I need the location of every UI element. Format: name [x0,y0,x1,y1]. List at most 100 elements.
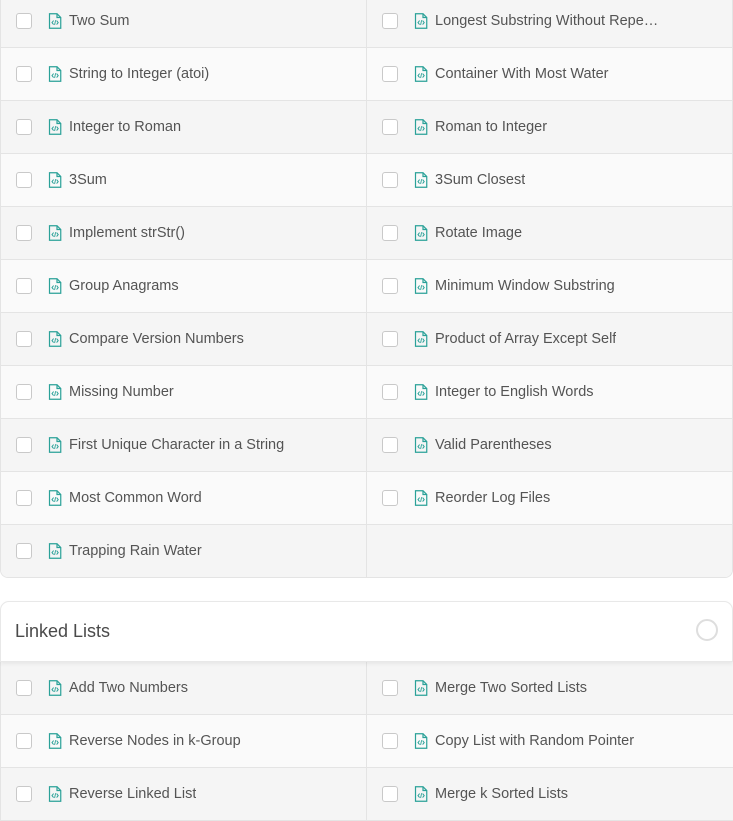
problem-cell[interactable]: 3Sum [1,154,367,207]
file-code-icon [414,225,428,241]
problem-checkbox[interactable] [16,384,32,400]
problem-cell[interactable]: Add Two Numbers [1,662,367,715]
problem-checkbox[interactable] [382,786,398,802]
problem-cell[interactable]: 3Sum Closest [367,154,732,207]
problem-cell[interactable]: Copy List with Random Pointer [367,715,733,768]
problem-link[interactable]: Longest Substring Without Repe… [435,13,658,29]
problem-link[interactable]: Integer to Roman [69,119,181,135]
file-code-icon [414,437,428,453]
problem-link[interactable]: Valid Parentheses [435,437,552,453]
file-code-icon [48,786,62,802]
problem-checkbox[interactable] [382,278,398,294]
problem-cell[interactable]: Integer to Roman [1,101,367,154]
problem-link[interactable]: Rotate Image [435,225,522,241]
problem-link[interactable]: Compare Version Numbers [69,331,244,347]
problem-checkbox[interactable] [16,490,32,506]
problem-link[interactable]: Missing Number [69,384,174,400]
problem-link[interactable]: Trapping Rain Water [69,543,202,559]
problem-cell[interactable]: Longest Substring Without Repe… [367,0,732,48]
file-code-icon [414,490,428,506]
problem-cell[interactable]: Trapping Rain Water [1,525,367,577]
problem-cell[interactable]: Container With Most Water [367,48,732,101]
problem-cell[interactable]: Two Sum [1,0,367,48]
problem-checkbox[interactable] [16,119,32,135]
problem-link[interactable]: Container With Most Water [435,66,609,82]
problem-checkbox[interactable] [16,786,32,802]
problem-link[interactable]: Group Anagrams [69,278,179,294]
file-code-icon [48,680,62,696]
problem-checkbox[interactable] [382,331,398,347]
file-code-icon [414,172,428,188]
problem-checkbox[interactable] [382,384,398,400]
problem-checkbox[interactable] [382,490,398,506]
problem-link[interactable]: Add Two Numbers [69,680,188,696]
problem-checkbox[interactable] [382,13,398,29]
problem-cell[interactable]: Roman to Integer [367,101,732,154]
problem-checkbox[interactable] [382,66,398,82]
problem-link[interactable]: Integer to English Words [435,384,594,400]
problem-checkbox[interactable] [382,733,398,749]
problem-link[interactable]: Two Sum [69,13,129,29]
problem-checkbox[interactable] [16,66,32,82]
problem-link[interactable]: 3Sum Closest [435,172,525,188]
file-code-icon [48,119,62,135]
problem-checkbox[interactable] [16,225,32,241]
problem-cell[interactable]: Most Common Word [1,472,367,525]
problem-checkbox[interactable] [382,437,398,453]
problem-link[interactable]: Merge k Sorted Lists [435,786,568,802]
file-code-icon [48,66,62,82]
problem-link[interactable]: 3Sum [69,172,107,188]
problem-link[interactable]: Roman to Integer [435,119,547,135]
problem-checkbox[interactable] [16,680,32,696]
problem-cell[interactable]: Reorder Log Files [367,472,732,525]
problem-link[interactable]: Implement strStr() [69,225,185,241]
problem-cell[interactable]: Reverse Nodes in k-Group [1,715,367,768]
problem-link[interactable]: Reverse Nodes in k-Group [69,733,241,749]
problem-checkbox[interactable] [16,733,32,749]
file-code-icon [48,437,62,453]
problem-cell[interactable]: Integer to English Words [367,366,732,419]
problem-link[interactable]: Reverse Linked List [69,786,196,802]
problem-checkbox[interactable] [16,278,32,294]
problem-cell[interactable]: String to Integer (atoi) [1,48,367,101]
problem-link[interactable]: First Unique Character in a String [69,437,284,453]
problem-cell[interactable]: Minimum Window Substring [367,260,732,313]
problem-cell[interactable]: Valid Parentheses [367,419,732,472]
problem-cell[interactable]: Product of Array Except Self [367,313,732,366]
file-code-icon [48,384,62,400]
problem-checkbox[interactable] [16,13,32,29]
problem-checkbox[interactable] [16,543,32,559]
problem-link[interactable]: Minimum Window Substring [435,278,615,294]
file-code-icon [414,331,428,347]
problem-checkbox[interactable] [382,119,398,135]
section-header-linked-lists[interactable]: Linked Lists [0,601,733,662]
problem-cell[interactable]: Group Anagrams [1,260,367,313]
problem-link[interactable]: Merge Two Sorted Lists [435,680,587,696]
problem-link[interactable]: String to Integer (atoi) [69,66,209,82]
problem-link[interactable]: Most Common Word [69,490,202,506]
problem-checkbox[interactable] [382,172,398,188]
problem-cell[interactable]: Implement strStr() [1,207,367,260]
problem-cell[interactable]: Reverse Linked List [1,768,367,821]
problem-cell[interactable]: Merge k Sorted Lists [367,768,733,821]
problem-grid-arrays-strings: Two Sum Longest Substring Without Repe… St… [0,0,733,578]
problem-cell[interactable]: Merge Two Sorted Lists [367,662,733,715]
problem-checkbox[interactable] [16,437,32,453]
problem-checkbox[interactable] [16,331,32,347]
problem-checkbox[interactable] [382,225,398,241]
problem-link[interactable]: Reorder Log Files [435,490,550,506]
problem-link[interactable]: Copy List with Random Pointer [435,733,634,749]
problem-checkbox[interactable] [16,172,32,188]
problem-cell[interactable]: First Unique Character in a String [1,419,367,472]
file-code-icon [414,66,428,82]
problem-cell[interactable]: Rotate Image [367,207,732,260]
progress-ring-icon [696,619,718,641]
problem-checkbox[interactable] [382,680,398,696]
problem-cell[interactable]: Compare Version Numbers [1,313,367,366]
file-code-icon [48,490,62,506]
file-code-icon [414,384,428,400]
problem-cell[interactable]: Missing Number [1,366,367,419]
problem-link[interactable]: Product of Array Except Self [435,331,616,347]
file-code-icon [48,278,62,294]
section-title: Linked Lists [15,621,111,641]
